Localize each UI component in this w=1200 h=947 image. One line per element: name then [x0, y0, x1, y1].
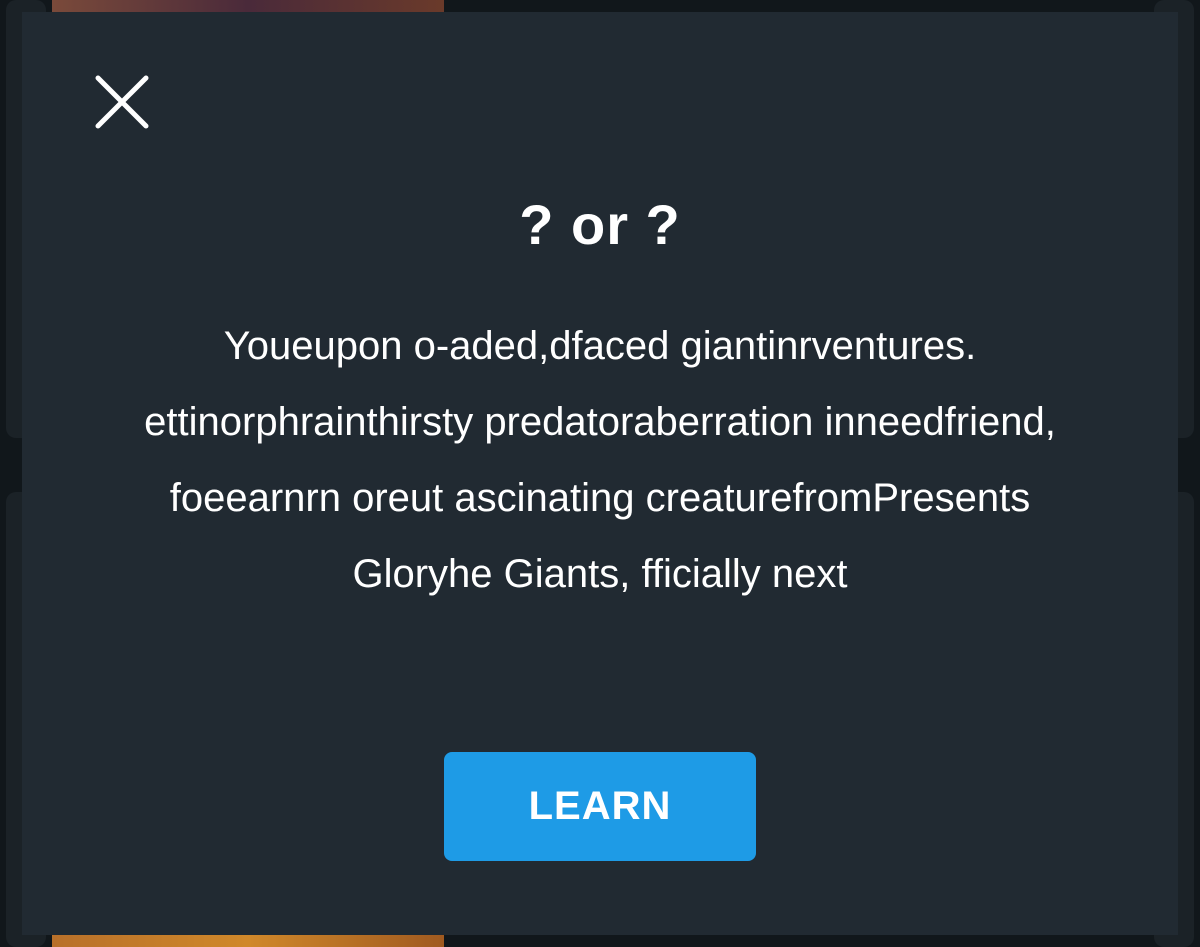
background-thumbnail [52, 0, 444, 12]
info-modal: ? or ? Youeupon o-aded,dfaced giantinrve… [22, 12, 1178, 935]
close-button[interactable] [92, 72, 152, 132]
modal-body: Youeupon o-aded,dfaced giantinrventures.… [62, 308, 1138, 612]
learn-button[interactable]: LEARN [444, 752, 756, 861]
modal-title: ? or ? [519, 193, 681, 256]
close-icon [95, 75, 149, 129]
background-thumbnail [52, 934, 444, 947]
body-line: foeearnrn oreut ascinating creaturefromP… [169, 476, 1031, 520]
body-line: Gloryhe Giants, fficially next [352, 552, 848, 596]
body-line: Youeupon o-aded,dfaced giantinrventures. [223, 324, 977, 368]
body-line: ettinorphrainthirsty predatoraberration … [144, 400, 1056, 444]
